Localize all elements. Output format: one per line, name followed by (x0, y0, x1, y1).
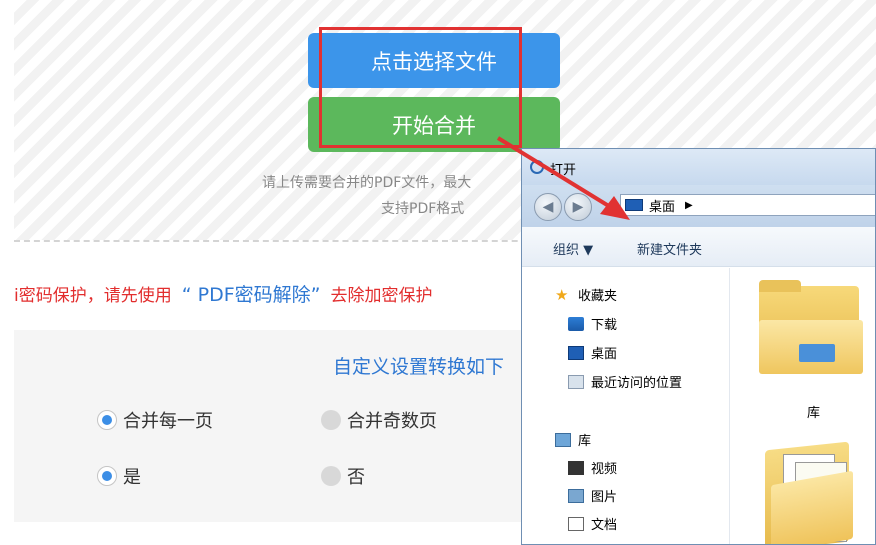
documents-folder-icon[interactable] (765, 438, 855, 544)
radio-merge-odd-pages[interactable]: 合并奇数页 (321, 407, 437, 433)
nav-pictures[interactable]: 图片 (568, 486, 617, 505)
nav-label: 视频 (591, 462, 618, 477)
dialog-titlebar[interactable]: 打开 (522, 149, 875, 185)
open-file-dialog: 打开 ◀ ▶ 桌面 ▶ 组织 ▼ 新建文件夹 ★ 收藏夹 下载 桌面 最近访问的… (521, 148, 876, 545)
radio-label: 合并奇数页 (347, 411, 437, 432)
nav-label: 文档 (591, 518, 618, 533)
file-list-pane: 库 (731, 268, 875, 544)
navigation-pane: ★ 收藏夹 下载 桌面 最近访问的位置 库 视频 图片 文档 (522, 268, 730, 544)
pdf-unlock-link[interactable]: “ PDF密码解除” (182, 284, 321, 306)
radio-dot (321, 466, 341, 486)
radio-label: 合并每一页 (123, 411, 213, 432)
desktop-icon (568, 345, 584, 360)
star-icon: ★ (555, 285, 569, 304)
nav-label: 桌面 (591, 347, 618, 362)
nav-documents[interactable]: 文档 (568, 514, 617, 533)
radio-yes[interactable]: 是 (97, 463, 141, 489)
downloads-icon (568, 316, 584, 331)
new-folder-button[interactable]: 新建文件夹 (637, 239, 702, 258)
radio-label: 否 (347, 467, 365, 488)
radio-dot (97, 466, 117, 486)
library-folder-icon[interactable] (759, 280, 863, 374)
radio-merge-every-page[interactable]: 合并每一页 (97, 407, 213, 433)
address-field[interactable]: 桌面 ▶ (620, 194, 875, 216)
dialog-title: 打开 (550, 163, 577, 178)
library-icon (555, 432, 571, 447)
desktop-icon (625, 199, 643, 211)
forward-arrow-icon[interactable]: ▶ (564, 193, 592, 221)
pictures-icon (568, 488, 584, 503)
nav-downloads[interactable]: 下载 (568, 314, 617, 333)
upload-hint-line2: 支持PDF格式 (381, 201, 465, 217)
dialog-toolbar: 组织 ▼ 新建文件夹 (522, 227, 875, 267)
nav-favorites[interactable]: ★ 收藏夹 (555, 285, 618, 305)
radio-no[interactable]: 否 (321, 463, 365, 489)
highlight-annotation-box (319, 27, 522, 148)
nav-label: 收藏夹 (578, 289, 618, 304)
address-bar: ◀ ▶ 桌面 ▶ (522, 185, 875, 227)
nav-label: 下载 (591, 318, 618, 333)
nav-label: 库 (578, 434, 592, 449)
password-warning: i密码保护，请先使用 “ PDF密码解除” 去除加密保护 (14, 280, 432, 307)
radio-label: 是 (123, 467, 141, 488)
nav-videos[interactable]: 视频 (568, 458, 617, 477)
warning-suffix: 去除加密保护 (330, 286, 433, 306)
chevron-right-icon[interactable]: ▶ (685, 200, 693, 211)
settings-title: 自定义设置转换如下 (333, 356, 505, 378)
nav-recent-places[interactable]: 最近访问的位置 (568, 372, 682, 391)
organize-menu[interactable]: 组织 ▼ (553, 239, 593, 258)
document-icon (568, 516, 584, 531)
address-text: 桌面 (649, 199, 676, 215)
nav-label: 图片 (591, 490, 618, 505)
upload-hint-line1: 请上传需要合并的PDF文件，最大 (262, 175, 472, 191)
back-arrow-icon[interactable]: ◀ (534, 193, 562, 221)
recent-places-icon (568, 374, 584, 389)
nav-label: 最近访问的位置 (591, 376, 683, 391)
radio-dot (321, 410, 341, 430)
open-dialog-icon (530, 160, 544, 174)
warning-prefix: i密码保护，请先使用 (14, 286, 172, 306)
nav-desktop[interactable]: 桌面 (568, 343, 617, 362)
library-folder-label[interactable]: 库 (807, 402, 820, 421)
nav-libraries[interactable]: 库 (555, 430, 591, 449)
video-icon (568, 460, 584, 475)
radio-dot (97, 410, 117, 430)
